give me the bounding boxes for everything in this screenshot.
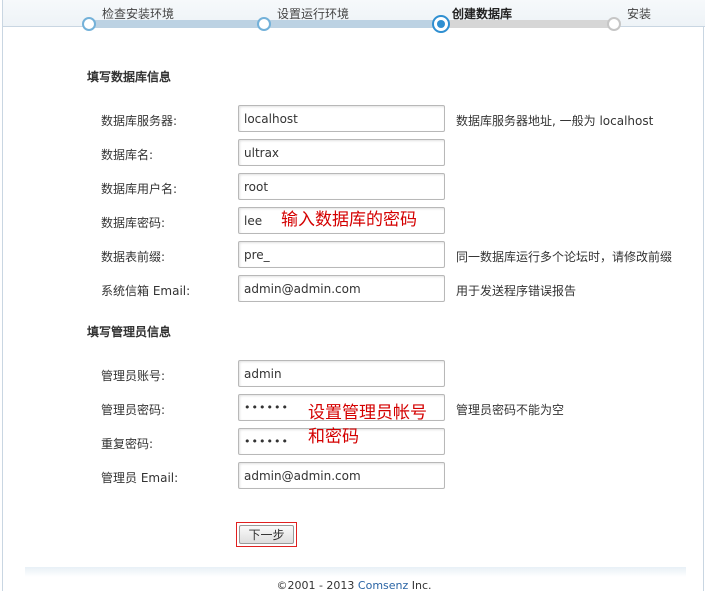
admin-password-label: 管理员密码: xyxy=(101,403,166,417)
step-progress-bar: 检查安装环境 设置运行环境 创建数据库 安装 xyxy=(3,0,705,33)
db-host-hint: 数据库服务器地址, 一般为 localhost xyxy=(456,114,654,128)
step-label-runtime-env: 设置运行环境 xyxy=(277,7,350,21)
step-label-create-db: 创建数据库 xyxy=(452,7,513,21)
db-name-label: 数据库名: xyxy=(101,148,154,162)
next-button-highlight: 下一步 xyxy=(236,522,297,547)
step-dot-check-env xyxy=(82,17,96,31)
admin-annotation-line2: 和密码 xyxy=(308,427,359,447)
system-email-label: 系统信箱 Email: xyxy=(101,284,191,298)
db-section-title: 填写数据库信息 xyxy=(87,70,172,84)
system-email-hint: 用于发送程序错误报告 xyxy=(456,284,577,298)
system-email-input[interactable] xyxy=(238,275,445,302)
footer-suffix: Inc. xyxy=(408,579,432,591)
table-prefix-hint: 同一数据库运行多个论坛时，请修改前缀 xyxy=(456,250,673,264)
step-label-check-env: 检查安装环境 xyxy=(102,7,175,21)
table-prefix-label: 数据表前缀: xyxy=(101,250,166,264)
admin-email-label: 管理员 Email: xyxy=(101,471,179,485)
admin-annotation-line1: 设置管理员帐号 xyxy=(308,403,427,423)
step-dot-install xyxy=(607,17,621,31)
db-user-input[interactable] xyxy=(238,173,445,200)
db-password-annotation: 输入数据库的密码 xyxy=(281,210,417,230)
next-step-button[interactable]: 下一步 xyxy=(239,525,294,544)
db-host-label: 数据库服务器: xyxy=(101,114,178,128)
db-password-label: 数据库密码: xyxy=(101,216,166,230)
admin-password-hint: 管理员密码不能为空 xyxy=(456,403,565,417)
db-name-input[interactable] xyxy=(238,139,445,166)
footer-brand-link[interactable]: Comsenz xyxy=(358,579,408,591)
repeat-password-label: 重复密码: xyxy=(101,437,154,451)
admin-email-input[interactable] xyxy=(238,462,445,489)
footer-band xyxy=(25,567,686,577)
admin-section-title: 填写管理员信息 xyxy=(87,325,172,339)
installer-window: 检查安装环境 设置运行环境 创建数据库 安装 填写数据库信息 数据库服务器: 数… xyxy=(2,0,705,591)
footer: ©2001 - 2013 Comsenz Inc. xyxy=(3,579,705,591)
table-prefix-input[interactable] xyxy=(238,241,445,268)
step-dot-runtime-env xyxy=(257,17,271,31)
step-dot-create-db xyxy=(432,15,450,33)
db-host-input[interactable] xyxy=(238,105,445,132)
step-label-install: 安装 xyxy=(627,7,652,21)
footer-copyright: ©2001 - 2013 xyxy=(276,579,358,591)
admin-account-input[interactable] xyxy=(238,360,445,387)
db-user-label: 数据库用户名: xyxy=(101,182,178,196)
admin-account-label: 管理员账号: xyxy=(101,369,166,383)
